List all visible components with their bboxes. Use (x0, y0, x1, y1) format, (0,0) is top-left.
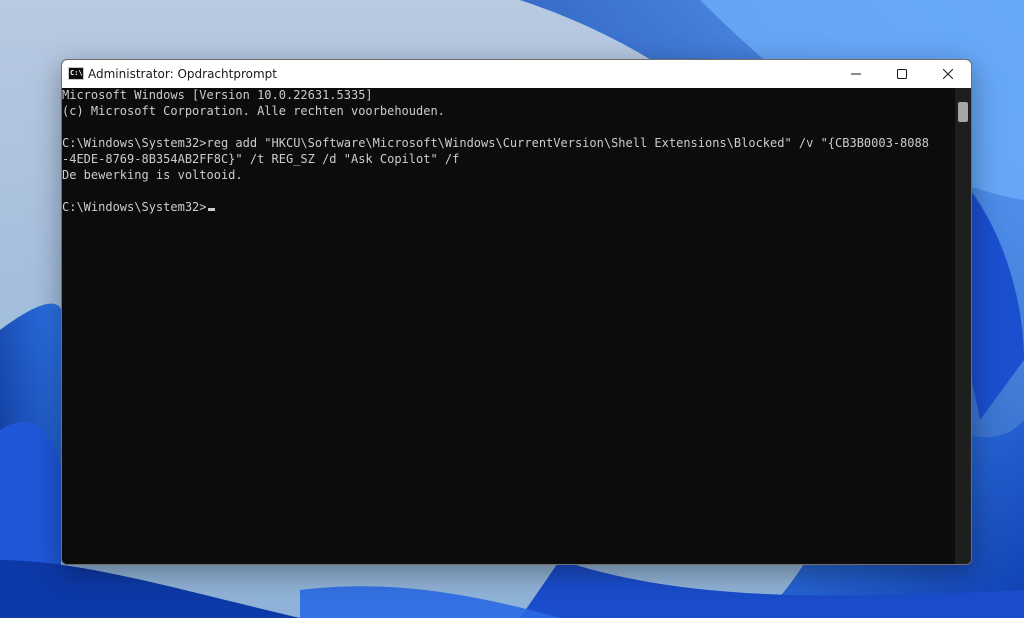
vertical-scrollbar[interactable] (955, 88, 971, 564)
close-button[interactable] (925, 60, 971, 88)
minimize-icon (851, 73, 861, 75)
console-line: De bewerking is voltooid. (62, 168, 243, 182)
window-title: Administrator: Opdrachtprompt (88, 67, 277, 81)
text-cursor (207, 208, 215, 211)
prompt-text: C:\Windows\System32> (62, 200, 207, 214)
scrollbar-thumb[interactable] (958, 102, 968, 122)
console-line: Microsoft Windows [Version 10.0.22631.53… (62, 88, 373, 102)
console-line: (c) Microsoft Corporation. Alle rechten … (62, 104, 445, 118)
maximize-icon (897, 69, 907, 79)
command-prompt-window[interactable]: C:\ Administrator: Opdrachtprompt Micros… (61, 59, 972, 565)
prompt-line[interactable]: C:\Windows\System32> (62, 200, 215, 216)
maximize-button[interactable] (879, 60, 925, 88)
console-line: -4EDE-8769-8B354AB2FF8C}" /t REG_SZ /d "… (62, 152, 460, 166)
console-output[interactable]: Microsoft Windows [Version 10.0.22631.53… (62, 88, 955, 564)
console-line: C:\Windows\System32>reg add "HKCU\Softwa… (62, 136, 929, 150)
command-prompt-icon: C:\ (68, 67, 84, 80)
close-icon (943, 69, 953, 79)
minimize-button[interactable] (833, 60, 879, 88)
title-bar[interactable]: C:\ Administrator: Opdrachtprompt (62, 60, 971, 88)
